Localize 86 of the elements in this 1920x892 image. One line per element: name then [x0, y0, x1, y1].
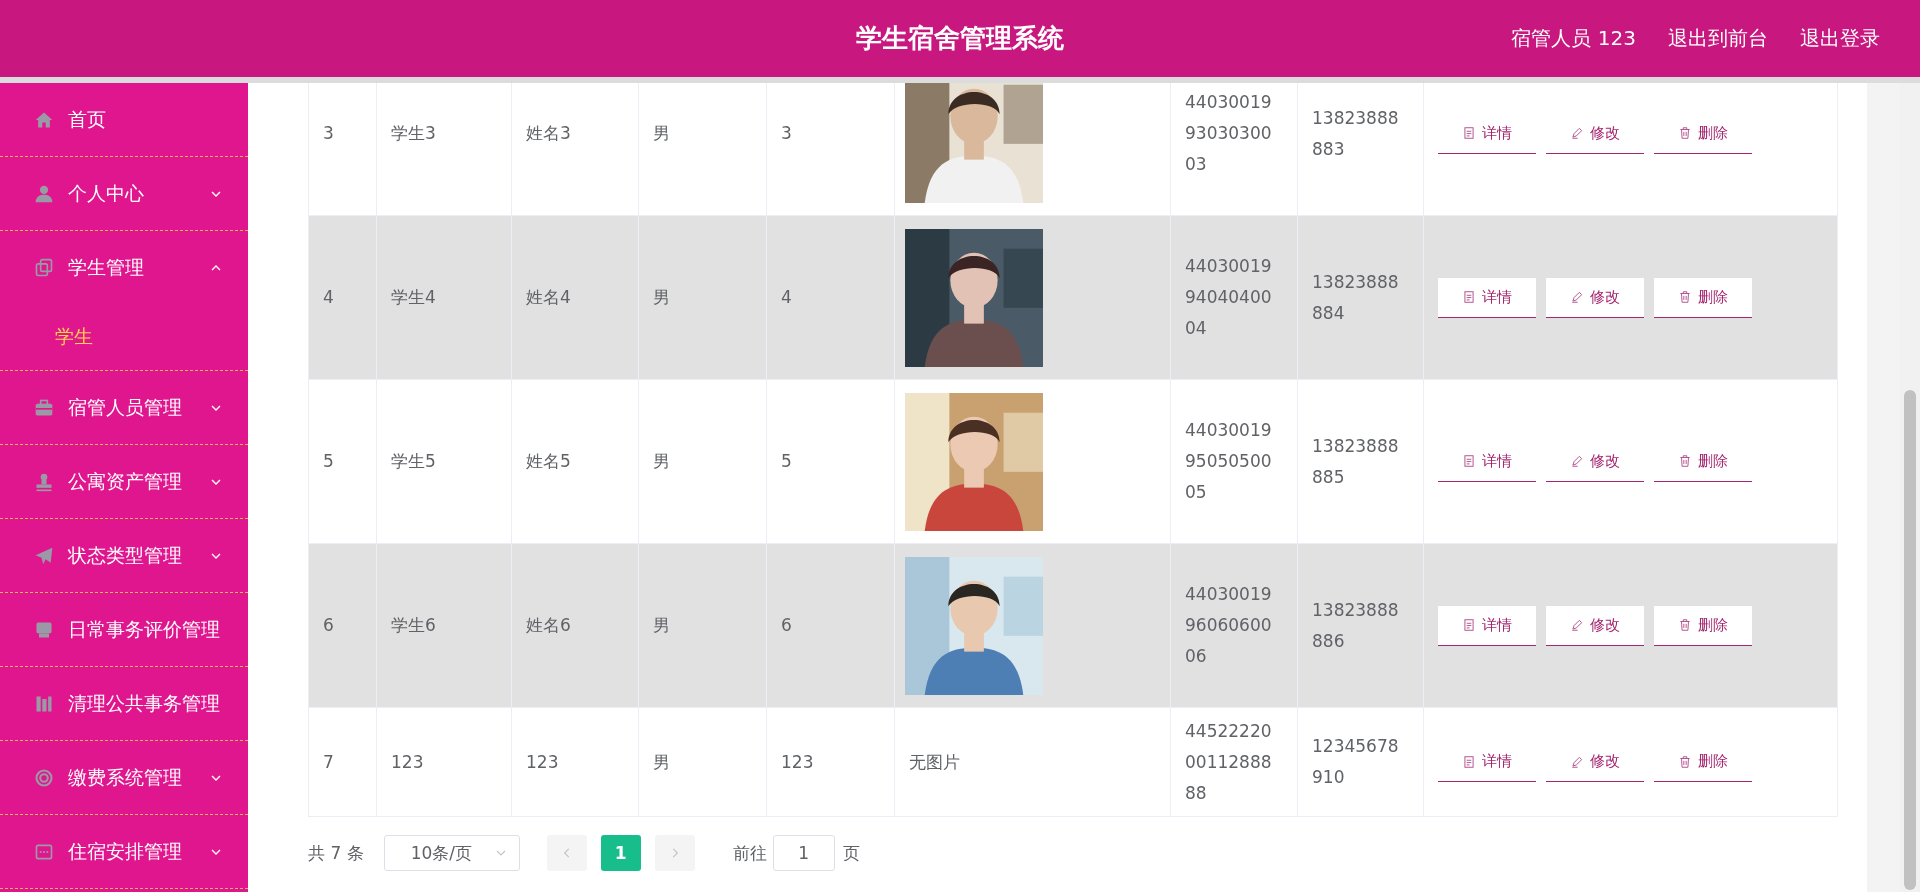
table-cell-text: 6 [323, 614, 334, 637]
table-cell-text: 学生5 [391, 450, 436, 473]
table-cell-text: 123 [781, 750, 814, 774]
table-cell-text: 44030019 95050500 05 [1185, 419, 1273, 504]
previous-page-button[interactable] [546, 835, 587, 871]
pencil-icon [1570, 618, 1584, 632]
table-cell-text: 姓名3 [526, 122, 571, 145]
trash-icon [1678, 290, 1692, 304]
pencil-icon [1570, 454, 1584, 468]
pencil-icon [1570, 290, 1584, 304]
table-cell-text: 姓名6 [526, 614, 571, 637]
document-icon [1462, 618, 1476, 632]
trash-icon [1678, 618, 1692, 632]
table-cell-text: 男 [653, 750, 670, 774]
sidebar-item[interactable]: 公寓资产管理 [0, 445, 248, 518]
delete-button[interactable]: 删除 [1654, 605, 1752, 646]
page-input[interactable]: 1 [772, 835, 835, 871]
user-label: 宿管人员 123 [1511, 25, 1636, 52]
pencil-icon [1570, 754, 1584, 769]
document-icon [1462, 754, 1476, 769]
table-cell-text: 5 [323, 450, 334, 473]
table-cell-text: 姓名5 [526, 450, 571, 473]
table-cell-text: 4 [323, 286, 334, 309]
document-icon [1462, 290, 1476, 304]
scrollbar-thumb[interactable] [1904, 390, 1916, 890]
page-size-select[interactable]: 10条/页 [383, 835, 520, 871]
table-cell-text: 男 [653, 122, 670, 145]
trash-icon [1678, 454, 1692, 468]
header-link[interactable]: 退出到前台 [1668, 25, 1768, 52]
header-link[interactable]: 退出登录 [1800, 25, 1880, 52]
page-suffix: 页 [842, 841, 860, 865]
document-icon [1462, 126, 1476, 140]
table-cell-text: 13823888 885 [1312, 434, 1400, 489]
details-button[interactable]: 详情 [1438, 277, 1536, 318]
table-cell-text: 学生3 [391, 122, 436, 145]
scrollbar[interactable] [1900, 83, 1920, 892]
table-cell-text: 44030019 96060600 06 [1185, 583, 1273, 668]
stamp-icon [34, 471, 54, 492]
edit-button[interactable]: 修改 [1546, 277, 1644, 318]
briefcase-icon [34, 397, 54, 418]
copy-icon [34, 257, 54, 278]
table-cell-text: 男 [653, 286, 670, 309]
delete-button[interactable]: 删除 [1654, 277, 1752, 318]
table-cell-text: 44030019 93030300 03 [1185, 91, 1273, 176]
sidebar-item[interactable]: 首页 [0, 83, 248, 156]
table-cell-text: 无图片 [909, 750, 960, 774]
table-cell-text: 学生4 [391, 286, 436, 309]
table-cell-text: 13823888 883 [1312, 106, 1400, 161]
table-cell-text: 男 [653, 614, 670, 637]
sidebar-item[interactable]: 状态类型管理 [0, 519, 248, 592]
table-cell-text: 12345678 910 [1312, 735, 1400, 789]
table-cell-text: 学生6 [391, 614, 436, 637]
details-button[interactable]: 详情 [1438, 605, 1536, 646]
paper-plane-icon [34, 545, 54, 566]
goto-label: 前往 [732, 841, 767, 865]
pencil-icon [1570, 126, 1584, 140]
sidebar-item[interactable]: 缴费系统管理 [0, 741, 248, 814]
person-icon [34, 183, 54, 204]
table-cell-text: 4 [781, 286, 792, 309]
table-cell-text: 3 [323, 122, 334, 145]
sidebar-item[interactable]: 清理公共事务管理 [0, 667, 248, 740]
table-cell-text: 5 [781, 450, 792, 473]
table-cell-text: 3 [781, 122, 792, 145]
table-cell-text: 13823888 884 [1312, 270, 1400, 325]
table-cell-text: 44030019 94040400 04 [1185, 255, 1273, 340]
table-cell-text: 44522220 00112888 88 [1185, 719, 1273, 805]
ring-icon [34, 767, 54, 788]
trash-icon [1678, 126, 1692, 140]
table-cell-text: 7 [323, 750, 334, 774]
table-cell-text: 6 [781, 614, 792, 637]
total-count: 共 7 条 [308, 841, 364, 865]
sidebar-item[interactable]: 住宿安排管理 [0, 815, 248, 888]
document-icon [1462, 454, 1476, 468]
table-cell-text: 123 [526, 750, 559, 774]
table-cell-text: 123 [391, 750, 424, 774]
sidebar-item[interactable]: 日常事务评价管理 [0, 593, 248, 666]
next-page-button[interactable] [654, 835, 695, 871]
table-cell-text: 男 [653, 450, 670, 473]
edit-button[interactable]: 修改 [1546, 605, 1644, 646]
sidebar-item[interactable]: 宿管人员管理 [0, 371, 248, 444]
app-title: 学生宿舍管理系统 [856, 22, 1064, 55]
table-cell-text: 姓名4 [526, 286, 571, 309]
sidebar-item[interactable]: 学生管理 [0, 231, 248, 304]
table-cell-text: 13823888 886 [1312, 598, 1400, 653]
sidebar-item[interactable]: 个人中心 [0, 157, 248, 230]
trash-icon [1678, 754, 1692, 769]
